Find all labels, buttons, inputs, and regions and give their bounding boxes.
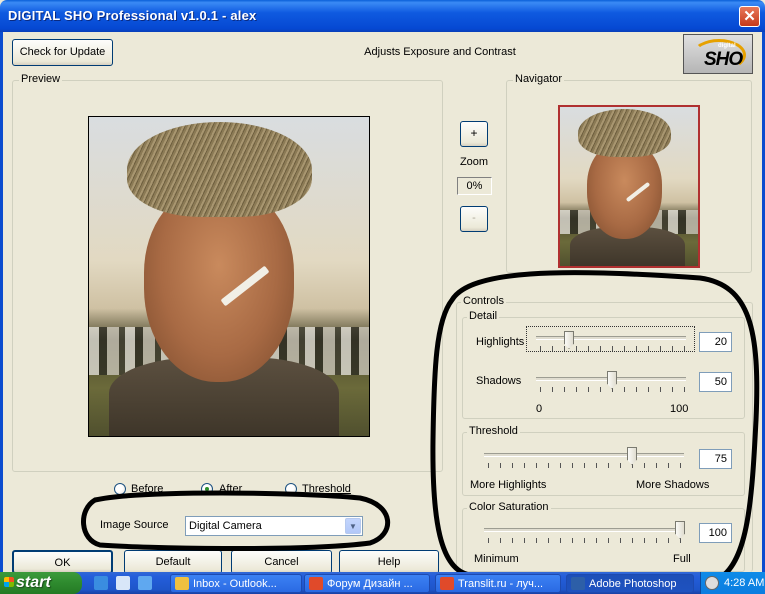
man-cap (127, 122, 312, 217)
detail-scale-min: 0 (536, 403, 543, 415)
ie-quicklaunch-icon[interactable] (94, 576, 108, 590)
start-button[interactable]: start (0, 572, 82, 594)
shadows-value-field[interactable]: 50 (699, 372, 732, 392)
detail-scale-max: 100 (670, 403, 689, 415)
nav-man-cap (578, 109, 671, 157)
browser-icon (440, 577, 454, 590)
zoom-label: Zoom (459, 156, 489, 168)
close-button[interactable]: ✕ (739, 6, 760, 27)
image-source-label: Image Source (100, 519, 169, 531)
radio-threshold-label[interactable]: Threshold (302, 483, 351, 495)
radio-after[interactable] (201, 483, 213, 495)
ok-button[interactable]: OK (12, 550, 113, 574)
zoom-value: 0% (457, 177, 492, 195)
taskbar-item-outlook[interactable]: Inbox - Outlook... (170, 574, 302, 593)
taskbar-item-label: Форум Дизайн ... (327, 578, 413, 590)
taskbar-item-translit[interactable]: Translit.ru - луч... (435, 574, 561, 593)
saturation-value-field[interactable]: 100 (699, 523, 732, 543)
radio-threshold[interactable] (285, 483, 297, 495)
controls-group-label: Controls (461, 295, 506, 307)
zoom-out-button[interactable]: - (460, 206, 488, 232)
zoom-in-button[interactable]: + (460, 121, 488, 147)
threshold-ticks (488, 463, 683, 468)
threshold-group-label: Threshold (467, 425, 520, 437)
taskbar-item-photoshop[interactable]: Adobe Photoshop (566, 574, 694, 593)
window-title: DIGITAL SHO Professional v1.0.1 - alex (8, 8, 257, 23)
preview-group: Preview (12, 73, 443, 472)
preview-photo (89, 117, 369, 436)
logo-big-text: SHO (704, 49, 743, 70)
navigator-group: Navigator (506, 73, 752, 273)
preview-group-label: Preview (19, 73, 63, 85)
windows-flag-icon (4, 577, 14, 587)
radio-before-label[interactable]: Before (131, 483, 163, 495)
highlights-ticks (540, 346, 685, 351)
taskbar-item-label: Translit.ru - луч... (458, 578, 544, 590)
help-button[interactable]: Help (339, 550, 439, 574)
threshold-value-field[interactable]: 75 (699, 449, 732, 469)
dialog-subtitle: Adjusts Exposure and Contrast (364, 46, 516, 58)
saturation-right-caption: Full (673, 553, 691, 565)
photoshop-icon (571, 577, 585, 590)
saturation-slider-track[interactable] (484, 528, 684, 532)
detail-group-label: Detail (467, 310, 500, 322)
media-quicklaunch-icon[interactable] (138, 576, 152, 590)
image-source-value: Digital Camera (189, 520, 262, 532)
taskbar-item-forum[interactable]: Форум Дизайн ... (304, 574, 430, 593)
highlights-value-field[interactable]: 20 (699, 332, 732, 352)
radio-before[interactable] (114, 483, 126, 495)
radio-after-label[interactable]: After (219, 483, 242, 495)
navigator-group-label: Navigator (513, 73, 565, 85)
image-source-select[interactable]: Digital Camera ▼ (185, 516, 363, 536)
desktop-quicklaunch-icon[interactable] (116, 576, 130, 590)
shadows-label: Shadows (476, 375, 522, 387)
tray-status-icon[interactable] (705, 576, 719, 590)
default-button[interactable]: Default (124, 550, 222, 574)
dropdown-arrow-icon[interactable]: ▼ (345, 518, 361, 534)
navigator-photo (560, 107, 698, 266)
taskbar-item-label: Adobe Photoshop (589, 578, 677, 590)
check-for-update-button[interactable]: Check for Update (12, 39, 113, 66)
threshold-left-caption: More Highlights (470, 479, 547, 491)
navigator-thumbnail[interactable] (558, 105, 700, 268)
color-saturation-group-label: Color Saturation (467, 501, 551, 513)
threshold-slider-track[interactable] (484, 453, 684, 457)
outlook-icon (175, 577, 189, 590)
start-label: start (16, 574, 51, 591)
saturation-ticks (488, 538, 683, 543)
threshold-right-caption: More Shadows (636, 479, 710, 491)
digital-sho-logo: digital SHO (683, 34, 753, 74)
preview-image[interactable] (88, 116, 370, 437)
browser-icon (309, 577, 323, 590)
taskbar-item-label: Inbox - Outlook... (193, 578, 277, 590)
title-bar[interactable]: DIGITAL SHO Professional v1.0.1 - alex ✕ (0, 0, 765, 32)
tray-clock[interactable]: 4:28 AM (724, 572, 764, 594)
saturation-left-caption: Minimum (474, 553, 519, 565)
highlights-slider-track[interactable] (536, 336, 686, 340)
taskbar: start Inbox - Outlook... Форум Дизайн ..… (0, 572, 765, 594)
window-frame-left (0, 32, 3, 572)
cancel-button[interactable]: Cancel (231, 550, 332, 574)
highlights-label: Highlights (476, 336, 525, 348)
